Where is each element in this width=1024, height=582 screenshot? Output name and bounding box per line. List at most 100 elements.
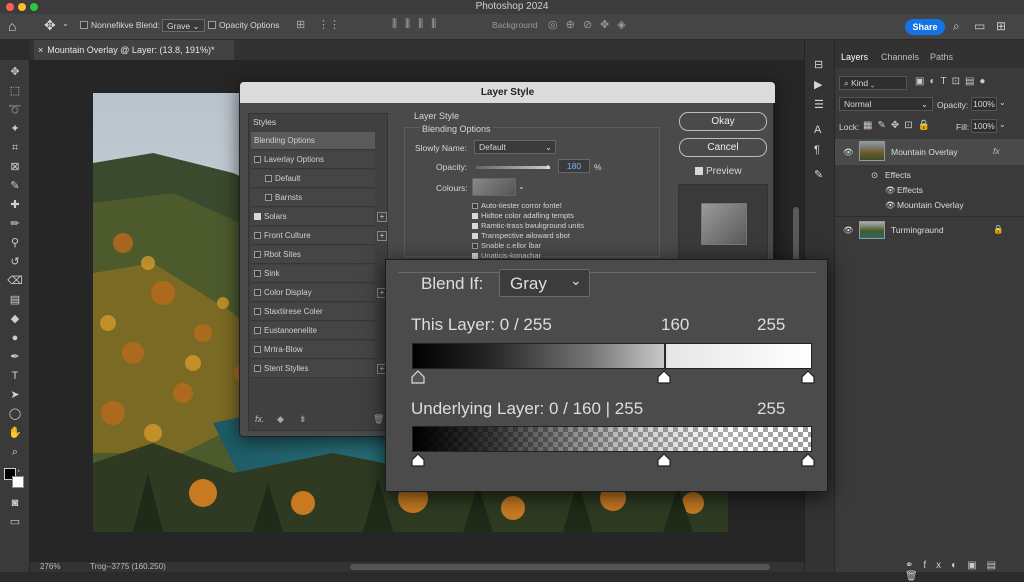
option-checkbox[interactable] <box>472 203 478 209</box>
search-icon[interactable]: ⌕ <box>953 19 960 34</box>
opacity-slider-track[interactable] <box>476 166 550 169</box>
style-item[interactable]: Sink <box>251 265 375 283</box>
actions-panel-icon[interactable]: ▶ <box>814 78 822 91</box>
underlying-split-handle[interactable] <box>657 453 671 467</box>
properties-panel-icon[interactable]: ☰ <box>814 98 824 111</box>
layer-filter-icons[interactable]: ▣◐T⊡▤● <box>915 76 990 87</box>
layer-effect-row[interactable]: 👁 Mountain Overlay <box>835 196 1024 216</box>
layer-row-mountain-overlay[interactable]: 👁 Mountain Overlay fx <box>835 139 1024 165</box>
blend-select[interactable]: Grave ⌄ <box>162 19 205 32</box>
layer-row-background[interactable]: 👁 Turmingraund 🔒 <box>835 216 1024 242</box>
add-style-icon[interactable]: + <box>377 212 387 222</box>
crop-tool-icon[interactable]: ⌗ <box>6 140 24 156</box>
opacity-value-field[interactable]: 180 <box>558 159 590 173</box>
eyedropper-tool-icon[interactable]: ✎ <box>6 178 24 194</box>
blend-if-channel-select[interactable]: Gray ⌄ <box>499 269 590 297</box>
visibility-eye-icon[interactable]: 👁 <box>885 200 896 211</box>
colours-swatch[interactable] <box>472 178 516 196</box>
style-checkbox[interactable] <box>254 308 261 315</box>
preview-checkbox[interactable] <box>695 167 703 175</box>
lock-icons[interactable]: ▦✎✥⊡🔒 <box>863 120 935 131</box>
nondestructive-checkbox[interactable] <box>80 21 88 29</box>
style-item[interactable]: Default <box>251 170 375 188</box>
visibility-eye-icon[interactable]: 👁 <box>885 185 896 196</box>
history-panel-icon[interactable]: ⊟ <box>814 58 823 71</box>
zoom-level[interactable]: 276% <box>40 562 60 571</box>
style-item[interactable]: Color Display + <box>251 284 387 302</box>
style-item[interactable]: Stent Stylles + <box>251 360 387 378</box>
layer-name[interactable]: Turmingraund <box>891 225 944 235</box>
underlying-white-handle[interactable] <box>801 453 815 467</box>
blur-tool-icon[interactable]: ◆ <box>6 311 24 327</box>
option-item[interactable]: Auto-tiester corror fonte! <box>472 201 584 211</box>
fill-chevron-icon[interactable]: ⌄ <box>999 120 1006 129</box>
move-up-icon[interactable]: ◆ <box>277 414 284 425</box>
style-item[interactable]: Eustanoenelite <box>251 322 375 340</box>
quick-mask-icon[interactable]: ◙ <box>6 495 24 511</box>
style-item-blending-options[interactable]: Blending Options <box>251 132 375 150</box>
document-tab[interactable]: × Mountain Overlay @ Layer: (13.8, 191%)* <box>34 40 234 60</box>
workspace-icon[interactable]: ▭ <box>974 19 985 33</box>
tab-channels[interactable]: Channels <box>881 52 919 62</box>
tab-close-icon[interactable]: × <box>38 45 43 55</box>
share-button[interactable]: Share <box>905 19 945 35</box>
lasso-tool-icon[interactable]: ➰ <box>6 102 24 118</box>
opacity-chevron-icon[interactable]: ⌄ <box>999 98 1006 107</box>
arrange-icon[interactable]: ⊞ <box>996 19 1006 33</box>
opacity-slider-handle[interactable]: ▲ <box>544 162 552 171</box>
visibility-eye-icon[interactable]: 👁 <box>843 147 854 158</box>
brush-settings-icon[interactable]: ✎ <box>814 168 823 181</box>
home-icon[interactable]: ⌂ <box>8 18 16 34</box>
option-checkbox[interactable] <box>472 243 478 249</box>
style-item[interactable]: Front Culture + <box>251 227 387 245</box>
frame-tool-icon[interactable]: ⊠ <box>6 159 24 175</box>
this-layer-black-handle[interactable] <box>411 370 425 384</box>
fill-field[interactable]: 100% <box>971 119 997 133</box>
eraser-tool-icon[interactable]: ⌫ <box>6 273 24 289</box>
style-checkbox[interactable] <box>254 289 261 296</box>
shape-tool-icon[interactable]: ◯ <box>6 406 24 422</box>
colours-chevron-icon[interactable]: ⌄ <box>518 182 525 191</box>
transform-controls-icon[interactable]: ⊞ <box>296 18 305 31</box>
move-tool-icon[interactable]: ✥ <box>6 64 24 80</box>
hand-tool-icon[interactable]: ✋ <box>6 425 24 441</box>
horizontal-scrollbar[interactable] <box>350 564 770 570</box>
blend-mode-select[interactable]: Normal ⌄ <box>839 97 933 111</box>
style-checkbox[interactable] <box>254 365 261 372</box>
layer-name[interactable]: Mountain Overlay <box>891 147 958 157</box>
paragraph-panel-icon[interactable]: ¶ <box>814 144 820 156</box>
style-checkbox[interactable] <box>254 251 261 258</box>
character-panel-icon[interactable]: A <box>814 124 821 136</box>
this-layer-white-handle[interactable] <box>801 370 815 384</box>
trash-icon[interactable]: 🗑 <box>373 414 384 425</box>
ok-button[interactable]: Okay <box>679 112 767 131</box>
option-item[interactable]: Snable c.ellor lbar <box>472 241 584 251</box>
path-selection-icon[interactable]: ➤ <box>6 387 24 403</box>
opacity-field[interactable]: 100% <box>971 97 997 111</box>
style-item[interactable]: Laverlay Options <box>251 151 375 169</box>
style-checkbox[interactable] <box>254 270 261 277</box>
underlying-layer-gradient-bar[interactable] <box>412 426 812 452</box>
align-icons[interactable]: ⫼⫼⫼⫼ <box>392 18 444 31</box>
style-checkbox[interactable] <box>254 232 261 239</box>
add-style-icon[interactable]: + <box>377 231 387 241</box>
cancel-button[interactable]: Cancel <box>679 138 767 157</box>
marquee-tool-icon[interactable]: ⬚ <box>6 83 24 99</box>
magic-wand-icon[interactable]: ✦ <box>6 121 24 137</box>
pen-tool-icon[interactable]: ✒ <box>6 349 24 365</box>
kind-filter-select[interactable]: ⌕ Kind ⌄ <box>839 76 907 90</box>
zoom-tool-icon[interactable]: ⌕ <box>6 444 24 460</box>
style-checkbox[interactable] <box>254 346 261 353</box>
brush-tool-icon[interactable]: ✏ <box>6 216 24 232</box>
tab-layers[interactable]: Layers <box>841 52 868 62</box>
option-checkbox[interactable] <box>472 213 478 219</box>
chevron-down-icon[interactable]: ⌄ <box>62 19 69 28</box>
opacity-options-checkbox[interactable] <box>208 21 216 29</box>
style-item[interactable]: Rbot Sites <box>251 246 375 264</box>
option-item[interactable]: Hidtoe color adafling tempts <box>472 211 584 221</box>
this-layer-gradient-bar[interactable] <box>412 343 812 370</box>
option-checkbox[interactable] <box>472 233 478 239</box>
visibility-eye-icon[interactable]: 👁 <box>843 225 854 236</box>
fx-icon[interactable]: fx <box>993 146 1000 156</box>
style-item[interactable]: Barnsts <box>251 189 375 207</box>
